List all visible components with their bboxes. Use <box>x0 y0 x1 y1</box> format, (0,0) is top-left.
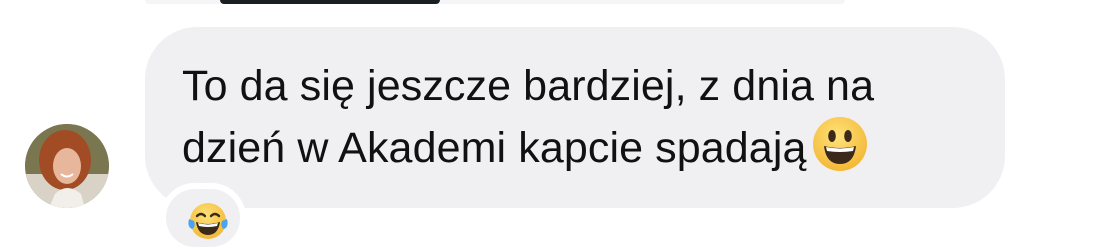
reaction-badge[interactable] <box>160 183 246 249</box>
message-text: To da się jeszcze bardziej, z dnia na dz… <box>182 56 982 188</box>
avatar[interactable] <box>25 124 109 208</box>
tears-of-joy-icon <box>186 201 230 246</box>
message-line-2-text: dzień w Akademi kapcie spadają <box>182 124 807 172</box>
avatar-image <box>25 124 109 208</box>
message-line-1: To da się jeszcze bardziej, z dnia na <box>182 62 875 110</box>
previous-media-edge <box>220 0 440 4</box>
chat-view: To da się jeszcze bardziej, z dnia na dz… <box>0 0 1115 249</box>
message-line-2: dzień w Akademi kapcie spadają <box>182 116 982 188</box>
smiley-icon <box>812 116 868 188</box>
